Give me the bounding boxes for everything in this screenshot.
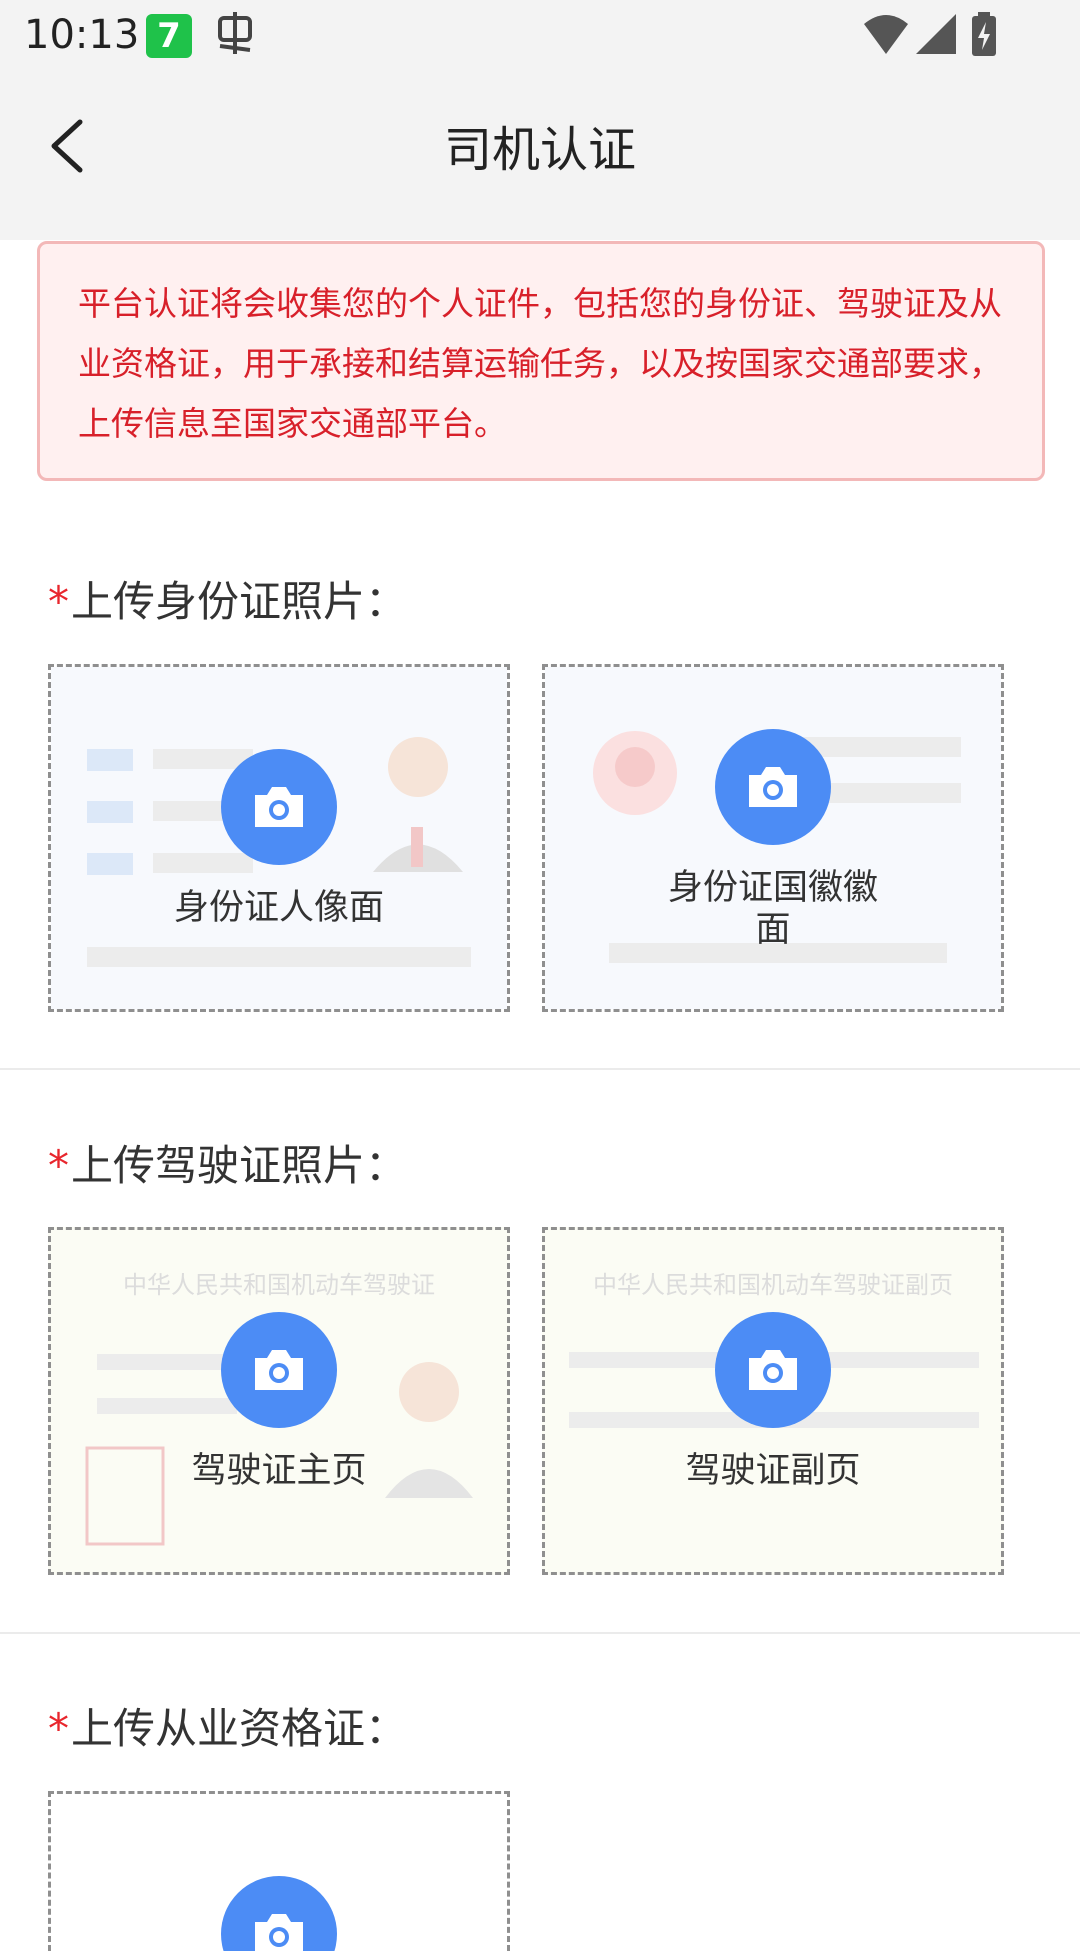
section-title-text: 上传从业资格证： — [71, 1704, 408, 1753]
wifi-icon — [862, 12, 910, 60]
upload-card-id-back[interactable]: 身份证国徽徽面 — [542, 664, 1004, 1012]
card-label: 驾驶证副页 — [685, 1451, 861, 1491]
battery-icon — [970, 12, 998, 60]
section-title-id-card: *上传身份证照片： — [48, 568, 407, 629]
camera-icon[interactable] — [715, 729, 831, 845]
camera-icon[interactable] — [221, 749, 337, 865]
section-title-text: 上传驾驶证照片： — [71, 1141, 408, 1190]
app-header: 司机认证 — [0, 76, 1080, 240]
page-title: 司机认证 — [443, 122, 636, 178]
camera-icon[interactable] — [221, 1876, 337, 1951]
license-watermark: 中华人民共和国机动车驾驶证副页 — [593, 1271, 953, 1299]
upload-card-id-front[interactable]: 身份证人像面 — [48, 664, 510, 1012]
section-title-qualification: *上传从业资格证： — [48, 1695, 407, 1756]
card-label: 身份证人像面 — [173, 888, 384, 928]
camera-icon[interactable] — [715, 1312, 831, 1428]
required-mark: * — [48, 577, 69, 626]
section-title-text: 上传身份证照片： — [71, 577, 408, 626]
upload-card-qualification[interactable] — [48, 1791, 510, 1951]
camera-icon[interactable] — [221, 1312, 337, 1428]
section-divider — [0, 1632, 1080, 1634]
status-bar: 10:13 7 — [0, 0, 1080, 76]
status-time: 10:13 — [24, 12, 140, 58]
upload-card-license-main[interactable]: 中华人民共和国机动车驾驶证 驾驶证主页 — [48, 1227, 510, 1575]
bug-icon — [212, 10, 258, 66]
upload-card-license-secondary[interactable]: 中华人民共和国机动车驾驶证副页 驾驶证副页 — [542, 1227, 1004, 1575]
app-notification-icon: 7 — [146, 14, 192, 58]
section-title-driving-license: *上传驾驶证照片： — [48, 1132, 407, 1193]
card-label: 驾驶证主页 — [191, 1451, 367, 1491]
card-label: 身份证国徽徽面 — [667, 868, 878, 950]
section-divider — [0, 1068, 1080, 1070]
required-mark: * — [48, 1704, 69, 1753]
privacy-notice: 平台认证将会收集您的个人证件，包括您的身份证、驾驶证及从业资格证，用于承接和结算… — [37, 241, 1045, 481]
required-mark: * — [48, 1141, 69, 1190]
signal-icon — [914, 12, 958, 60]
license-watermark: 中华人民共和国机动车驾驶证 — [123, 1271, 435, 1299]
